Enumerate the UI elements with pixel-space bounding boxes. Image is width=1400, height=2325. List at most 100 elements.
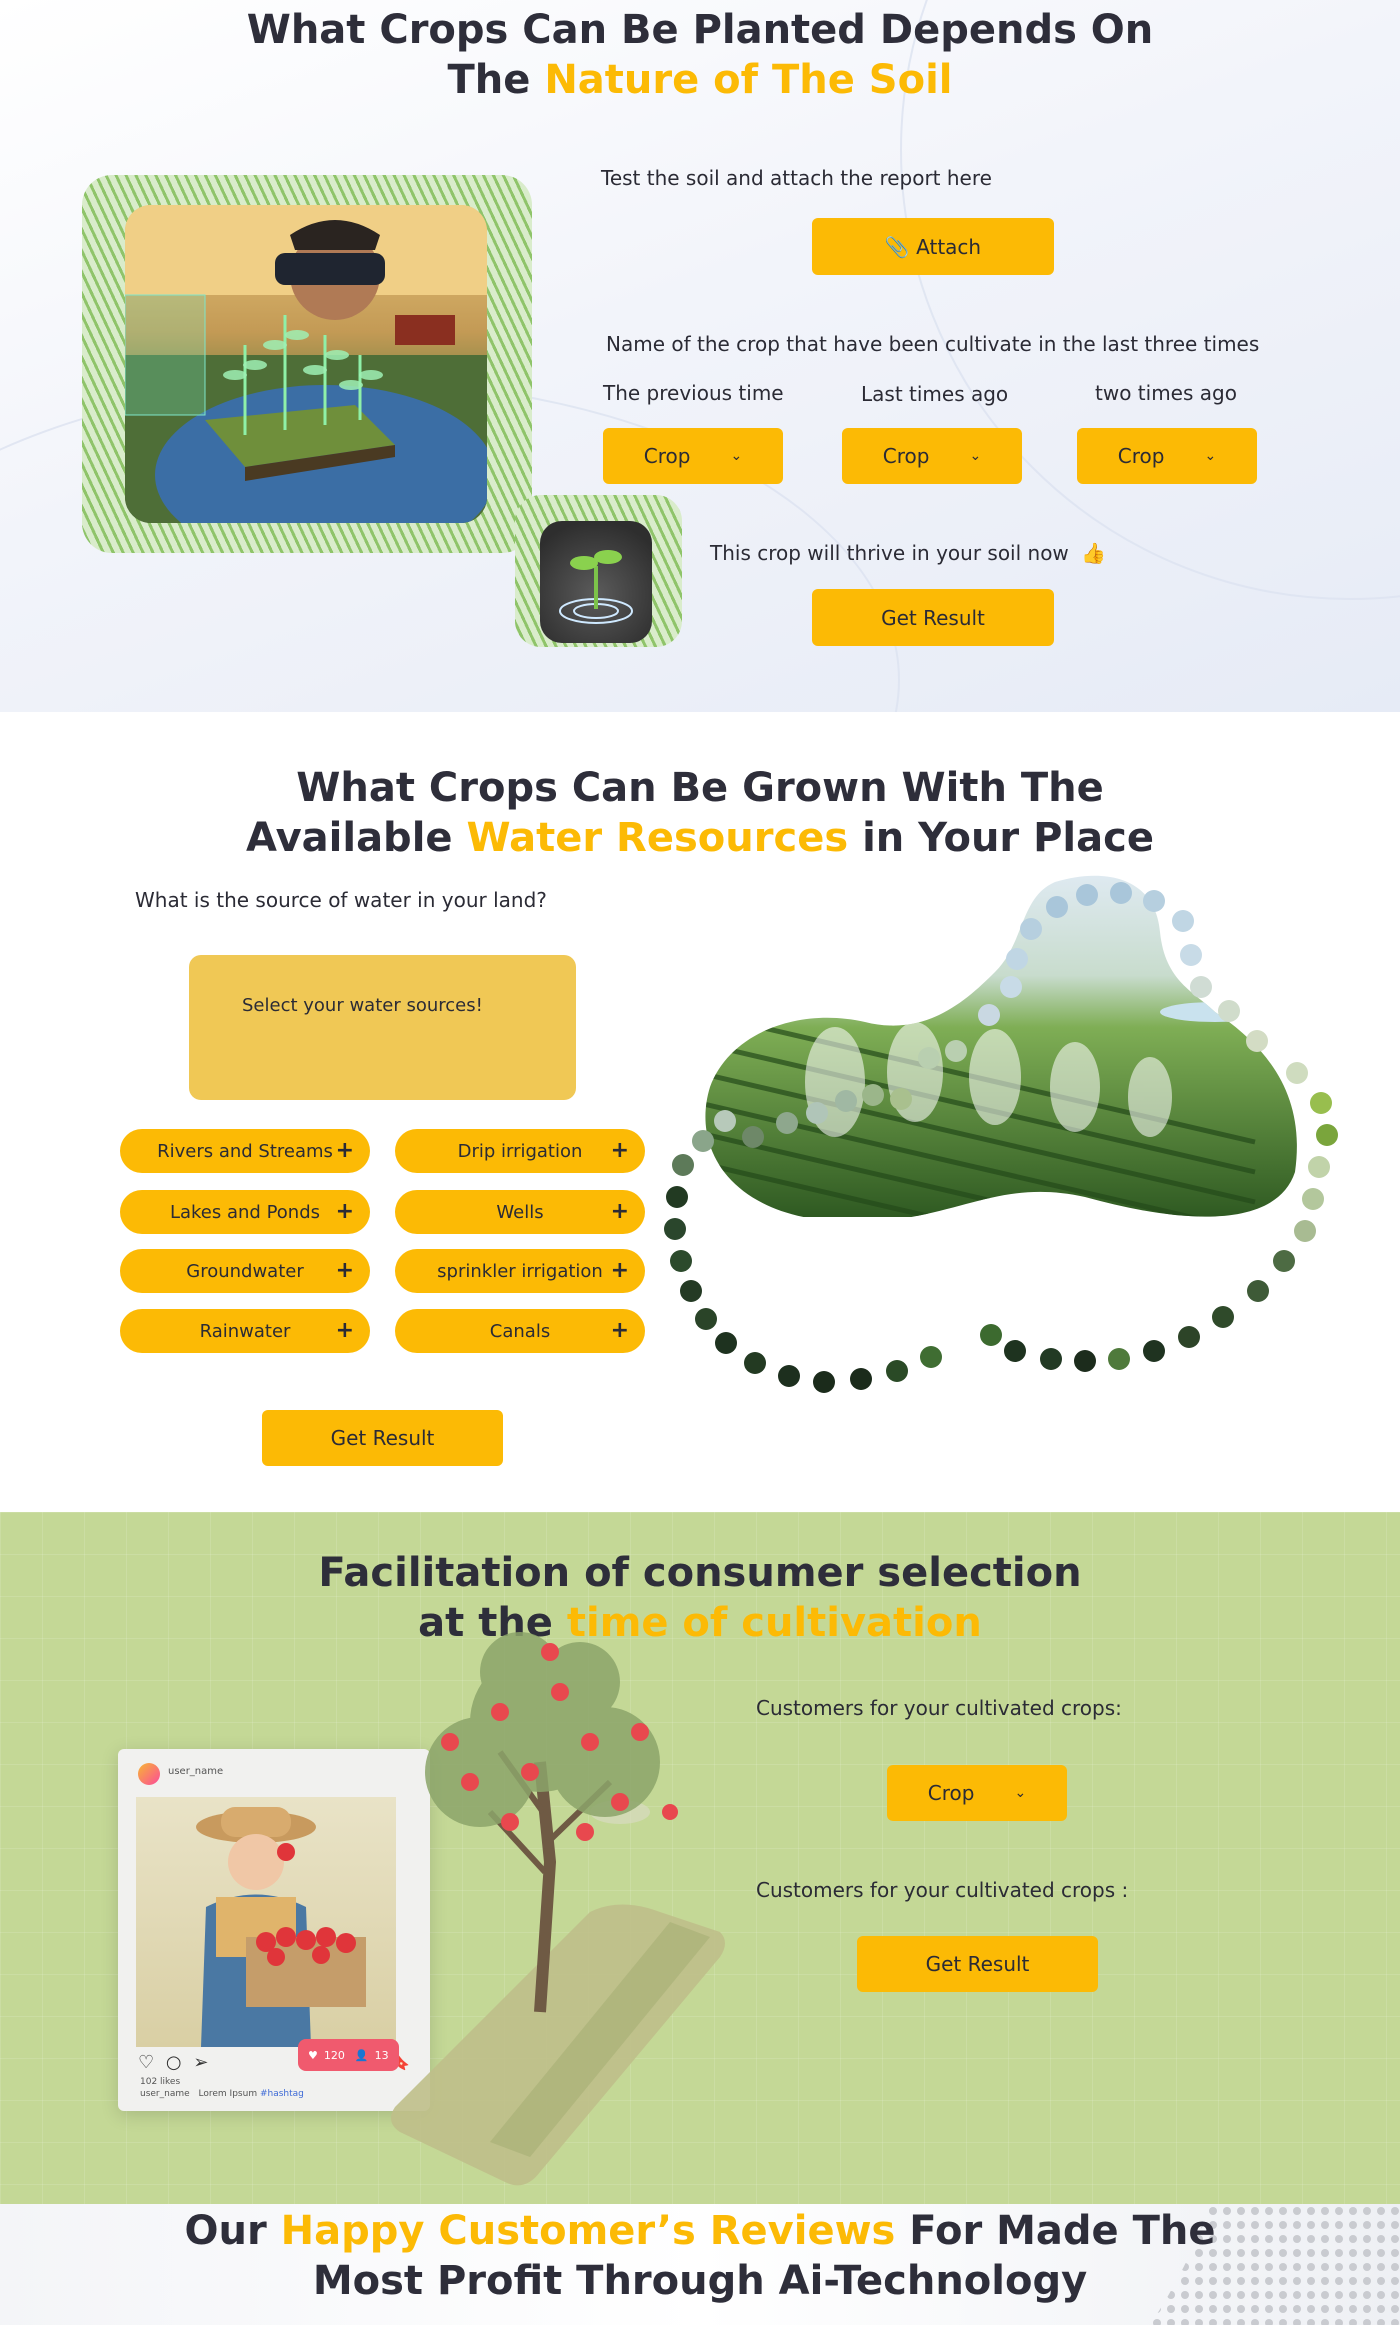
chevron-down-icon: ⌄ <box>969 448 982 464</box>
title-highlight: Nature of The Soil <box>544 57 953 103</box>
water-section-title: What Crops Can Be Grown With The Availab… <box>0 763 1400 863</box>
decor-dot <box>1143 890 1165 912</box>
decor-dot <box>945 1040 967 1062</box>
decor-dot <box>1046 896 1068 918</box>
title-highlight: Happy Customer’s Reviews <box>280 2208 896 2254</box>
plus-icon: + <box>335 1258 354 1283</box>
seedling-image <box>540 521 652 643</box>
reviews-section: Our Happy Customer’s Reviews For Made Th… <box>0 2204 1400 2325</box>
consumer-get-result-button[interactable]: Get Result <box>857 1936 1098 1992</box>
decor-dot <box>1212 1306 1234 1328</box>
title-line-2: Available Water Resources in Your Place <box>246 815 1154 861</box>
decor-dot <box>1074 1350 1096 1372</box>
water-option-drip[interactable]: Drip irrigation + <box>395 1129 645 1173</box>
soil-get-result-button[interactable]: Get Result <box>812 589 1054 646</box>
decor-dot <box>806 1102 828 1124</box>
decor-dot <box>1178 1326 1200 1348</box>
plus-icon: + <box>335 1199 354 1224</box>
decor-dot <box>778 1365 800 1387</box>
decor-dot <box>1247 1280 1269 1302</box>
thrive-row: This crop will thrive in your soil now 👍 <box>710 541 1106 565</box>
title-line-1: Facilitation of consumer selection <box>318 1550 1082 1596</box>
thumbs-up-icon: 👍 <box>1081 541 1107 565</box>
title-line-1: What Crops Can Be Grown With The <box>296 765 1104 811</box>
avatar <box>138 1763 160 1785</box>
title-line-1: Our Happy Customer’s Reviews For Made Th… <box>184 2208 1216 2254</box>
decor-dot <box>680 1280 702 1302</box>
decor-dot <box>1246 1030 1268 1052</box>
plus-icon: + <box>335 1318 354 1343</box>
decor-dot <box>862 1084 884 1106</box>
decor-dot <box>1308 1156 1330 1178</box>
plus-icon: + <box>610 1199 629 1224</box>
decor-dot <box>1273 1250 1295 1272</box>
customers-label-1: Customers for your cultivated crops: <box>756 1696 1122 1720</box>
post-username: user_name <box>168 1766 224 1777</box>
decor-dot <box>1302 1188 1324 1210</box>
water-option-lakes[interactable]: Lakes and Ponds + <box>120 1190 370 1234</box>
decor-dot <box>692 1130 714 1152</box>
title-highlight: Water Resources <box>466 815 849 861</box>
decor-dot <box>1000 976 1022 998</box>
select-value: Crop <box>927 1781 975 1805</box>
plus-icon: + <box>335 1138 354 1163</box>
decor-dot <box>776 1112 798 1134</box>
water-option-canals[interactable]: Canals + <box>395 1309 645 1353</box>
water-get-result-button[interactable]: Get Result <box>262 1410 503 1466</box>
decor-dot <box>715 1332 737 1354</box>
consumer-crop-select[interactable]: Crop ⌄ <box>887 1765 1067 1821</box>
water-option-wells[interactable]: Wells + <box>395 1190 645 1234</box>
water-option-sprinkler[interactable]: sprinkler irrigation + <box>395 1249 645 1293</box>
heart-icon: ♥ <box>308 2048 318 2062</box>
decor-dot <box>980 1324 1002 1346</box>
customers-label-2: Customers for your cultivated crops : <box>756 1878 1129 1902</box>
tree-phone-illustration <box>391 1632 725 2186</box>
select-box-text: Select your water sources! <box>242 995 483 1016</box>
select-value: Crop <box>1117 444 1165 468</box>
reviews-title: Our Happy Customer’s Reviews For Made Th… <box>0 2206 1400 2306</box>
post-actions: ♡ ○ ➢ <box>138 2052 208 2073</box>
last-times-ago-label: Last times ago <box>861 382 1009 406</box>
decor-dot <box>1108 1348 1130 1370</box>
chevron-down-icon: ⌄ <box>1204 448 1217 464</box>
crop-select-two-times[interactable]: Crop ⌄ <box>1077 428 1257 484</box>
decor-dot <box>1040 1348 1062 1370</box>
decor-dot <box>1143 1340 1165 1362</box>
decor-dot <box>1286 1062 1308 1084</box>
decor-dot <box>835 1090 857 1112</box>
water-option-rivers[interactable]: Rivers and Streams + <box>120 1129 370 1173</box>
plus-icon: + <box>610 1258 629 1283</box>
heart-icon[interactable]: ♡ <box>138 2052 154 2073</box>
crop-select-last[interactable]: Crop ⌄ <box>842 428 1022 484</box>
water-source-question: What is the source of water in your land… <box>135 888 547 912</box>
crop-history-label: Name of the crop that have been cultivat… <box>606 332 1260 356</box>
attach-button[interactable]: 📎 Attach <box>812 218 1054 275</box>
post-caption: user_name Lorem Ipsum #hashtag <box>140 2089 304 2099</box>
decor-dot <box>1294 1220 1316 1242</box>
decor-dot <box>1006 948 1028 970</box>
title-line-1: What Crops Can Be Planted Depends On <box>246 7 1154 53</box>
plus-icon: + <box>610 1318 629 1343</box>
decor-dot <box>850 1368 872 1390</box>
previous-time-label: The previous time <box>603 381 784 405</box>
water-option-groundwater[interactable]: Groundwater + <box>120 1249 370 1293</box>
decor-dot <box>1316 1124 1338 1146</box>
send-icon[interactable]: ➢ <box>193 2052 208 2073</box>
plus-icon: + <box>610 1138 629 1163</box>
water-section: What Crops Can Be Grown With The Availab… <box>0 712 1400 1512</box>
decor-dot <box>1110 882 1132 904</box>
crop-select-previous[interactable]: Crop ⌄ <box>603 428 783 484</box>
title-line-2: The Nature of The Soil <box>447 57 953 103</box>
comment-icon[interactable]: ○ <box>166 2052 182 2073</box>
water-source-select-box[interactable]: Select your water sources! <box>189 955 576 1100</box>
decor-dot <box>1004 1340 1026 1362</box>
decor-dot <box>666 1186 688 1208</box>
farmer-illustration <box>125 205 487 523</box>
title-line-2: Most Profit Through Ai-Technology <box>312 2258 1088 2304</box>
decor-dot <box>1218 1000 1240 1022</box>
decor-dot <box>918 1047 940 1069</box>
decor-dot <box>1020 918 1042 940</box>
water-option-rainwater[interactable]: Rainwater + <box>120 1309 370 1353</box>
soil-section: What Crops Can Be Planted Depends On The… <box>0 0 1400 712</box>
chevron-down-icon: ⌄ <box>730 448 743 464</box>
